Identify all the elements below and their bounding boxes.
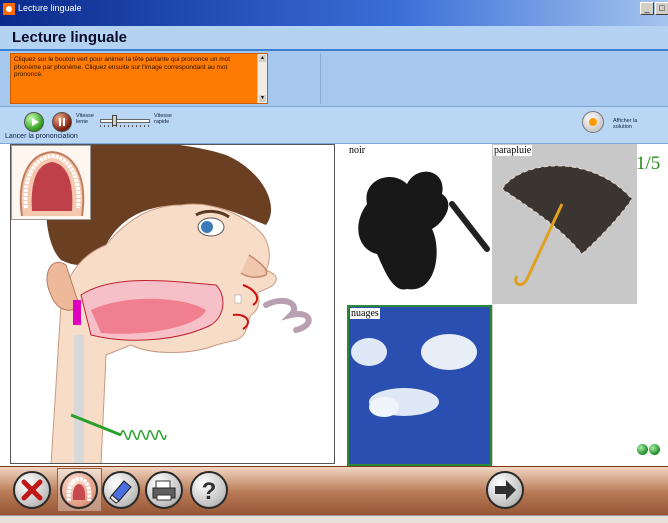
- page-nav[interactable]: [637, 442, 663, 455]
- close-icon: [21, 479, 43, 501]
- progress-counter: 1/5: [636, 153, 661, 174]
- app-icon: [3, 3, 15, 15]
- prev-page-icon[interactable]: [637, 444, 648, 455]
- maximize-button[interactable]: □: [655, 2, 668, 15]
- palate-diagram: [11, 145, 91, 220]
- speed-fast-label: Vitesse rapide: [154, 113, 172, 125]
- next-page-icon[interactable]: [649, 444, 660, 455]
- speed-slider-thumb[interactable]: [112, 115, 117, 126]
- print-button[interactable]: [145, 471, 183, 509]
- launch-label: Lancer la prononciation: [5, 133, 78, 140]
- help-icon: ?: [202, 478, 217, 505]
- window-titlebar: Lecture linguale _ □: [0, 0, 668, 26]
- minimize-button[interactable]: _: [640, 2, 654, 15]
- show-solution-button[interactable]: [582, 111, 604, 133]
- picture-caption: nuages: [350, 308, 380, 319]
- pause-button[interactable]: [52, 112, 72, 132]
- status-bar: [0, 515, 668, 523]
- picture-caption: noir: [348, 145, 367, 156]
- picture-caption: parapluie: [493, 145, 533, 156]
- help-button[interactable]: ?: [190, 471, 228, 509]
- instructions-divider: [320, 53, 321, 104]
- speed-slow-label: Vitesse lente: [76, 113, 94, 125]
- svg-text:?: ?: [202, 478, 217, 505]
- palate-icon: [66, 476, 92, 502]
- solution-icon: [589, 118, 597, 126]
- instructions-scrollbar[interactable]: ▲ ▼: [257, 54, 267, 103]
- ink-blot-picture: [358, 171, 490, 290]
- page-title: Lecture linguale: [12, 29, 128, 46]
- clouds-picture: [349, 307, 490, 464]
- next-button[interactable]: [486, 471, 524, 509]
- next-arrow-icon: [495, 480, 516, 500]
- palate-view-button[interactable]: [60, 471, 98, 509]
- show-solution-label: Afficher la solution: [613, 118, 638, 130]
- eraser-icon: [109, 480, 132, 504]
- printer-icon: [152, 480, 176, 501]
- scroll-down-icon[interactable]: ▼: [259, 95, 266, 102]
- picture-card[interactable]: noir: [347, 144, 492, 304]
- picture-card-selected[interactable]: nuages: [347, 305, 492, 466]
- window-title: Lecture linguale: [18, 3, 82, 13]
- eraser-button[interactable]: [102, 471, 140, 509]
- picture-card[interactable]: parapluie: [492, 144, 637, 304]
- picture-grid: noir parapluie nuages: [347, 144, 637, 466]
- play-button[interactable]: [24, 112, 44, 132]
- instructions-box: Cliquez sur le bouton vert pour animer l…: [10, 53, 268, 104]
- picture-card-empty[interactable]: [492, 305, 637, 465]
- instructions-text: Cliquez sur le bouton vert pour animer l…: [14, 56, 231, 79]
- speed-slider[interactable]: [100, 119, 150, 123]
- speed-slider-ticks: [100, 125, 150, 127]
- scroll-up-icon[interactable]: ▲: [259, 55, 266, 62]
- quit-button[interactable]: [13, 471, 51, 509]
- app-header: Lecture linguale: [0, 26, 668, 50]
- dental-arch-illustration: [19, 150, 85, 217]
- umbrella-picture: [501, 165, 633, 287]
